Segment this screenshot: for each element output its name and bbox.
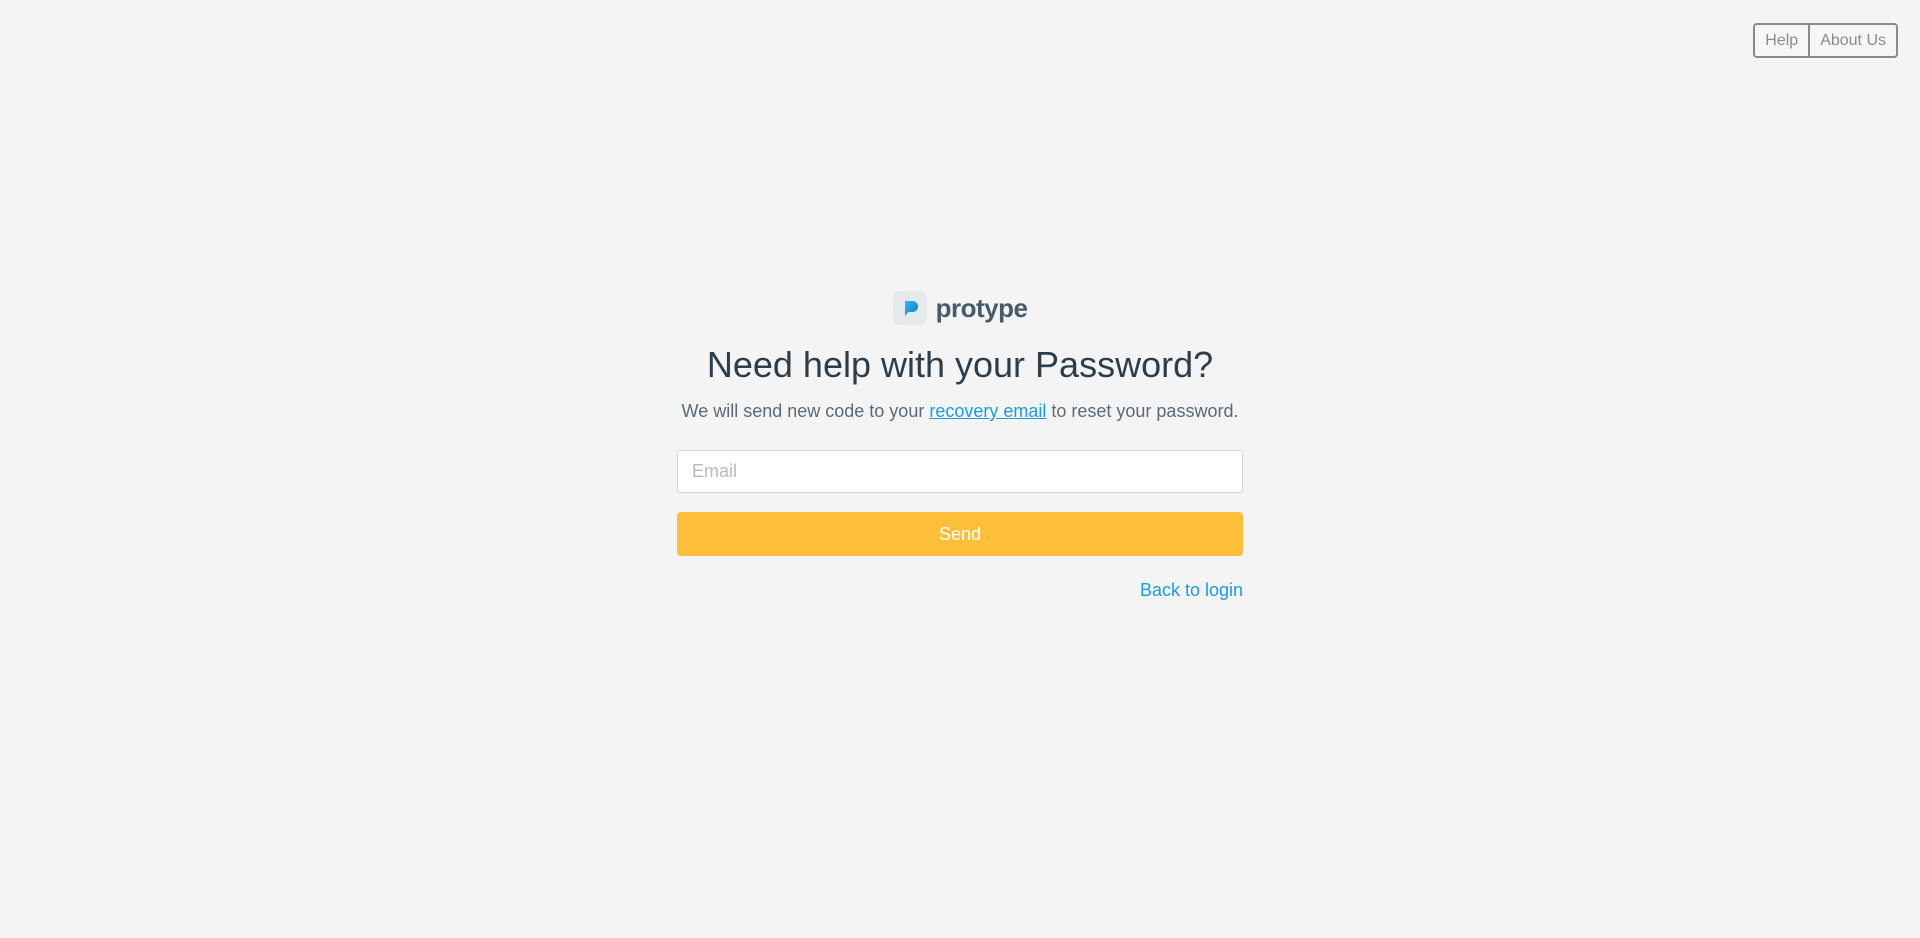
top-nav: Help About Us bbox=[1753, 23, 1898, 58]
help-button[interactable]: Help bbox=[1755, 25, 1808, 56]
brand-name: protype bbox=[935, 293, 1028, 323]
back-row: Back to login bbox=[677, 580, 1243, 601]
subtitle-text-after: to reset your password. bbox=[1046, 401, 1239, 421]
subtitle-text-before: We will send new code to your bbox=[681, 401, 930, 421]
about-us-button[interactable]: About Us bbox=[1808, 25, 1896, 56]
send-button[interactable]: Send bbox=[677, 512, 1243, 556]
password-reset-card: protype Need help with your Password? We… bbox=[677, 287, 1243, 601]
page-title: Need help with your Password? bbox=[706, 344, 1214, 385]
email-input[interactable] bbox=[677, 450, 1243, 493]
page-subtitle: We will send new code to your recovery e… bbox=[677, 399, 1243, 423]
protype-logo-icon bbox=[892, 291, 927, 325]
back-to-login-link[interactable]: Back to login bbox=[1140, 580, 1243, 600]
recovery-email-link[interactable]: recovery email bbox=[929, 401, 1046, 421]
brand-logo: protype bbox=[677, 287, 1243, 329]
